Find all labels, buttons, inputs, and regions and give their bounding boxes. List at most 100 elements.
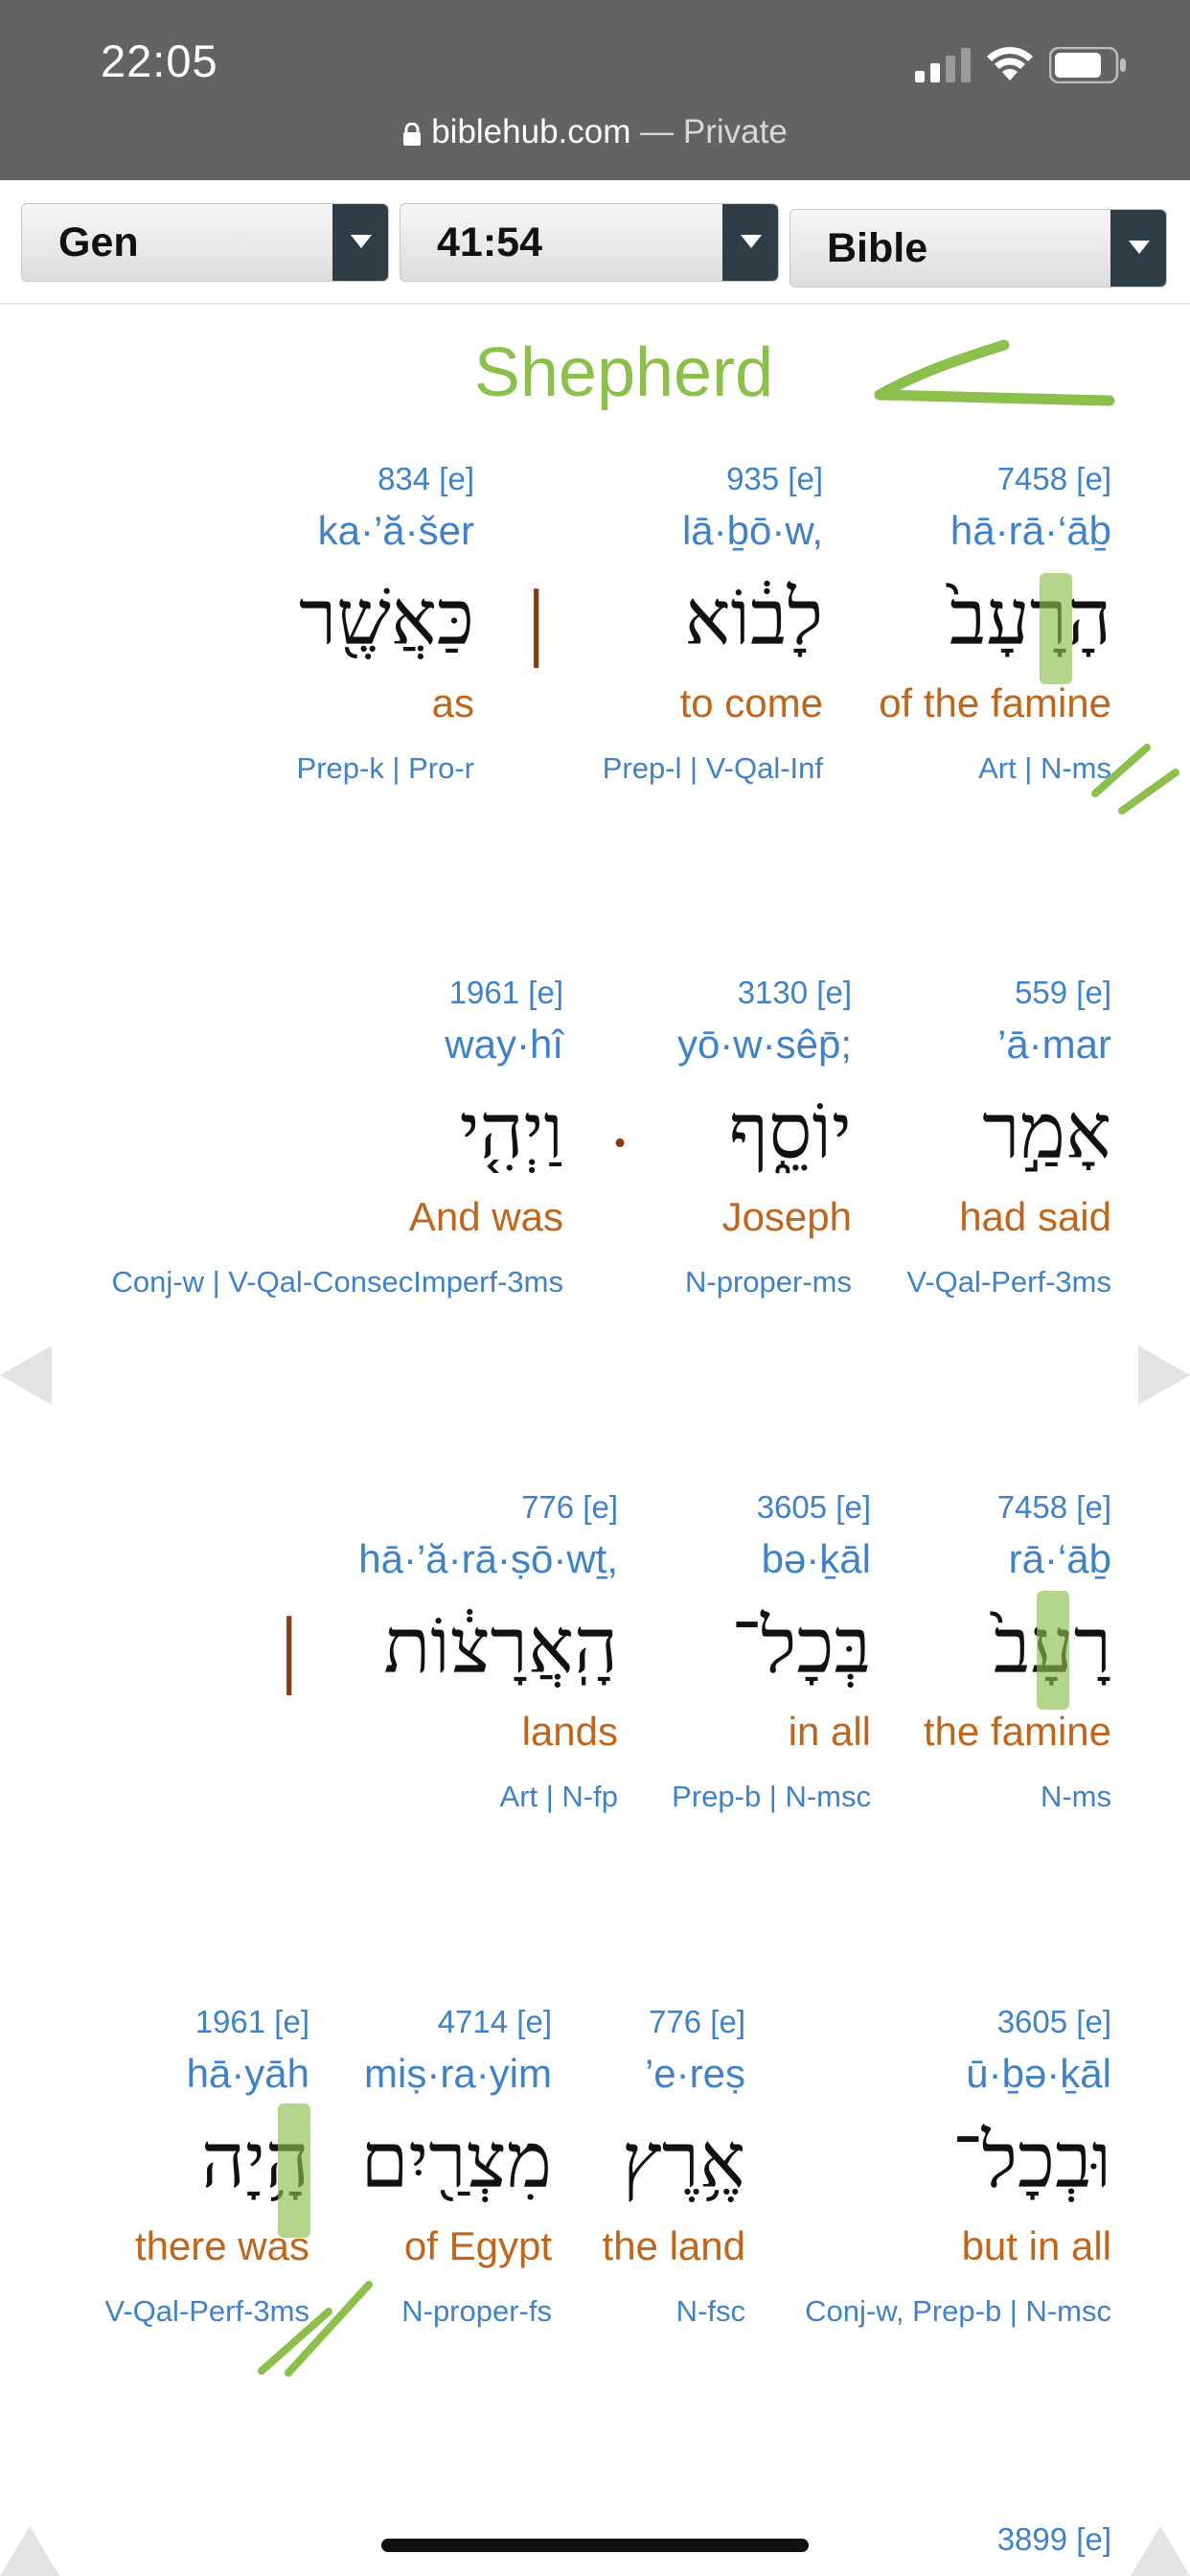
- transliteration: ’ā·mar: [996, 1022, 1111, 1067]
- interlinear-word: 7458 [e] hā·rā·‘āḇ הָרָעָב֙ of the famin…: [879, 460, 1111, 788]
- morphology-parse[interactable]: Conj-w | V-Qal-ConsecImperf-3ms: [112, 1263, 563, 1301]
- interlinear-word: 834 [e] ka·’ă·šer כַּאֲשֶׁ֖ר as Prep-k |…: [297, 460, 474, 788]
- english-gloss: to come: [679, 680, 823, 725]
- hebrew-word: יוֹסֵ֑ף: [728, 1087, 852, 1176]
- strongs-number[interactable]: 3130 [e]: [677, 974, 852, 1012]
- strongs-number[interactable]: 935 [e]: [603, 460, 823, 498]
- strongs-number[interactable]: 7458 [e]: [924, 1488, 1111, 1527]
- interlinear-word: 776 [e] ’e·reṣ אֶ֥רֶץ the land N-fsc: [603, 2003, 745, 2331]
- morphology-parse[interactable]: Art | N-ms: [879, 749, 1111, 788]
- status-bar: 22:05 biblehub.com — Private: [0, 0, 1190, 180]
- hebrew-word: כַּאֲשֶׁ֖ר: [298, 573, 474, 662]
- chevron-down-icon: [1110, 210, 1166, 287]
- battery-icon: [1049, 47, 1126, 83]
- version-select-value: Bible: [827, 225, 928, 271]
- scroll-up-arrow[interactable]: [0, 2526, 59, 2576]
- interlinear-word: 3130 [e] yō·w·sêp̄; יוֹסֵ֑ף Joseph N-pro…: [677, 974, 852, 1301]
- scroll-up-arrow[interactable]: [1131, 2526, 1190, 2576]
- transliteration: way·hî: [445, 1022, 563, 1067]
- transliteration: yō·w·sêp̄;: [676, 1022, 852, 1067]
- morphology-parse[interactable]: V-Qal-Perf-3ms: [104, 2292, 309, 2331]
- english-gloss: had said: [959, 1194, 1111, 1239]
- punctuation-mark: ׀: [270, 1620, 309, 1698]
- strongs-number[interactable]: 559 [e]: [906, 974, 1111, 1012]
- transliteration: hā·yāh: [186, 2051, 309, 2096]
- english-gloss: but in all: [961, 2223, 1111, 2268]
- punctuation-mark: ׀: [517, 592, 556, 671]
- strongs-number[interactable]: 1961 [e]: [112, 974, 563, 1012]
- english-gloss: the land: [602, 2223, 745, 2268]
- morphology-parse[interactable]: N-proper-ms: [677, 1263, 852, 1301]
- interlinear-word: 7458 [e] rā·‘āḇ רָעָב֙ the famine N-ms: [924, 1488, 1111, 1816]
- english-gloss: as: [431, 680, 474, 725]
- url-text: biblehub.com: [431, 113, 631, 150]
- book-select-value: Gen: [58, 219, 139, 265]
- cellular-signal-icon: [915, 48, 971, 82]
- strongs-number[interactable]: 7458 [e]: [879, 460, 1111, 498]
- hebrew-word: הָ֥יָה: [200, 2116, 309, 2205]
- interlinear-word: 3899 [e]: [997, 2520, 1111, 2559]
- hebrew-word: וּבְכָל־: [951, 2116, 1111, 2205]
- hebrew-word: וַיְהִ֤י: [459, 1087, 563, 1176]
- strongs-number[interactable]: 834 [e]: [297, 460, 474, 498]
- english-gloss: of Egypt: [403, 2223, 552, 2268]
- strongs-number[interactable]: 1961 [e]: [104, 2003, 309, 2041]
- hebrew-word: אָמַ֣ר: [982, 1087, 1111, 1176]
- status-time: 22:05: [101, 35, 218, 86]
- morphology-parse[interactable]: Conj-w, Prep-b | N-msc: [805, 2292, 1111, 2331]
- hebrew-word: מִצְרַ֖יִם: [360, 2116, 552, 2205]
- interlinear-word: 559 [e] ’ā·mar אָמַ֣ר had said V-Qal-Per…: [906, 974, 1111, 1301]
- interlinear-word: 935 [e] lā·ḇō·w, לָב֔וֹא to come Prep-l …: [603, 460, 823, 788]
- interlinear-word: 4714 [e] miṣ·ra·yim מִצְרַ֖יִם of Egypt …: [360, 2003, 552, 2331]
- hebrew-word: הָרָעָב֙: [949, 573, 1111, 662]
- hebrew-word: אֶ֥רֶץ: [622, 2116, 745, 2205]
- lock-icon: [403, 123, 422, 146]
- private-mode-label: — Private: [640, 113, 788, 150]
- next-verse-arrow[interactable]: [1136, 1346, 1190, 1405]
- transliteration: ka·’ă·šer: [317, 508, 474, 553]
- wifi-icon: [987, 47, 1033, 80]
- address-bar[interactable]: biblehub.com — Private: [0, 113, 1190, 151]
- morphology-parse[interactable]: Prep-k | Pro-r: [297, 749, 474, 788]
- strongs-number[interactable]: 776 [e]: [603, 2003, 745, 2041]
- morphology-parse[interactable]: N-fsc: [603, 2292, 745, 2331]
- morphology-parse[interactable]: V-Qal-Perf-3ms: [906, 1263, 1111, 1301]
- morphology-parse[interactable]: Prep-b | N-msc: [672, 1778, 871, 1816]
- chapter-verse-value: 41:54: [437, 219, 542, 265]
- morphology-parse[interactable]: N-ms: [924, 1778, 1111, 1816]
- chevron-down-icon: [722, 204, 778, 281]
- transliteration: miṣ·ra·yim: [364, 2051, 552, 2096]
- english-gloss: And was: [408, 1194, 563, 1239]
- transliteration: lā·ḇō·w,: [681, 508, 823, 553]
- chapter-verse-select[interactable]: 41:54: [400, 203, 779, 282]
- book-select[interactable]: Gen: [21, 203, 389, 282]
- transliteration: rā·‘āḇ: [1008, 1536, 1111, 1581]
- home-indicator[interactable]: [381, 2539, 809, 2552]
- previous-verse-arrow[interactable]: [0, 1346, 54, 1405]
- strongs-number[interactable]: 3605 [e]: [805, 2003, 1111, 2041]
- strongs-number[interactable]: 3605 [e]: [672, 1488, 871, 1527]
- annotation-heading: Shepherd: [473, 334, 774, 411]
- transliteration: hā·’ă·rā·ṣō·wṯ,: [358, 1536, 618, 1581]
- morphology-parse[interactable]: Art | N-fp: [358, 1778, 618, 1816]
- morphology-parse[interactable]: N-proper-fs: [360, 2292, 552, 2331]
- hebrew-word: לָב֔וֹא: [684, 573, 823, 662]
- interlinear-word: 3605 [e] ū·ḇə·ḵāl וּבְכָל־ but in all Co…: [805, 2003, 1111, 2331]
- interlinear-word: 776 [e] hā·’ă·rā·ṣō·wṯ, הָֽאֲרָצ֔וֹת lan…: [358, 1488, 618, 1816]
- english-gloss: the famine: [923, 1709, 1111, 1754]
- hebrew-word: רָעָב֙: [993, 1601, 1111, 1690]
- strongs-number[interactable]: 4714 [e]: [360, 2003, 552, 2041]
- morphology-parse[interactable]: Prep-l | V-Qal-Inf: [603, 749, 823, 788]
- strongs-number[interactable]: 3899 [e]: [997, 2520, 1111, 2559]
- hebrew-word: בְּכָל־: [731, 1601, 871, 1690]
- english-gloss: lands: [521, 1709, 618, 1754]
- transliteration: ’e·reṣ: [644, 2051, 745, 2096]
- strongs-number[interactable]: 776 [e]: [358, 1488, 618, 1527]
- transliteration: hā·rā·‘āḇ: [950, 508, 1111, 553]
- transliteration: bə·ḵāl: [761, 1536, 871, 1581]
- version-select[interactable]: Bible: [790, 209, 1167, 288]
- interlinear-word: 1961 [e] way·hî וַיְהִ֤י And was Conj-w …: [112, 974, 563, 1301]
- english-gloss: of the famine: [879, 680, 1111, 725]
- english-gloss: in all: [788, 1709, 871, 1754]
- interlinear-word: 1961 [e] hā·yāh הָ֥יָה there was V-Qal-P…: [104, 2003, 309, 2331]
